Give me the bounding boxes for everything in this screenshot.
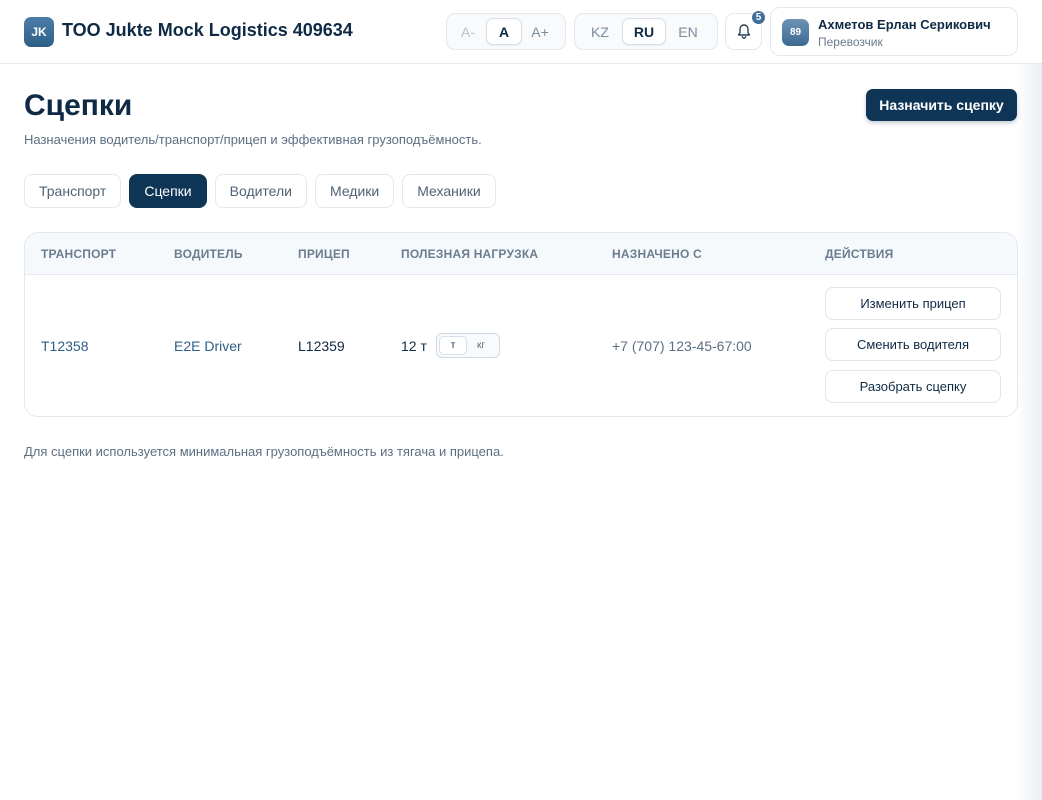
page-subtitle: Назначения водитель/транспорт/прицеп и э…	[24, 132, 482, 147]
user-role: Перевозчик	[818, 35, 883, 49]
column-header-assigned-since: НАЗНАЧЕНО С	[612, 247, 702, 261]
driver-link[interactable]: E2E Driver	[174, 338, 242, 354]
payload-unit-toggle: т кг	[436, 333, 500, 358]
font-size-switcher: A- A A+	[446, 13, 566, 50]
language-switcher: KZ RU EN	[574, 13, 718, 50]
change-driver-button[interactable]: Сменить водителя	[825, 328, 1001, 361]
lang-kz-button[interactable]: KZ	[578, 18, 622, 45]
column-header-payload: ПОЛЕЗНАЯ НАГРУЗКА	[401, 247, 539, 261]
payload-value: 12 т	[401, 338, 427, 354]
trailer-cell: L12359	[298, 338, 345, 354]
unit-tons-button[interactable]: т	[439, 336, 467, 355]
lang-en-button[interactable]: EN	[666, 18, 710, 45]
user-menu[interactable]: 89 Ахметов Ерлан Серикович Перевозчик	[770, 7, 1018, 56]
unit-kg-button[interactable]: кг	[467, 336, 495, 355]
top-bar: JK TOO Jukte Mock Logistics 409634 A- A …	[0, 0, 1042, 64]
bell-icon	[737, 24, 750, 39]
tab-drivers[interactable]: Водители	[214, 174, 307, 208]
company-name: TOO Jukte Mock Logistics 409634	[62, 20, 353, 40]
scroll-shadow	[1016, 64, 1042, 800]
column-header-actions: ДЕЙСТВИЯ	[825, 247, 894, 261]
tab-medics[interactable]: Медики	[315, 174, 395, 208]
column-header-trailer: ПРИЦЕП	[298, 247, 350, 261]
change-trailer-button[interactable]: Изменить прицеп	[825, 287, 1001, 320]
assigned-since-cell: +7 (707) 123-45-67:00	[612, 338, 752, 354]
company-logo: JK	[24, 17, 54, 47]
user-name: Ахметов Ерлан Серикович	[818, 17, 991, 32]
uncouple-button[interactable]: Разобрать сцепку	[825, 370, 1001, 403]
tab-transport[interactable]: Транспорт	[24, 174, 122, 208]
lang-ru-button[interactable]: RU	[622, 18, 666, 45]
footnote: Для сцепки используется минимальная груз…	[24, 444, 504, 459]
font-increase-button[interactable]: A+	[522, 18, 558, 45]
notification-count-badge: 5	[751, 10, 766, 25]
column-header-transport: ТРАНСПОРТ	[41, 247, 117, 261]
tab-couplings[interactable]: Сцепки	[129, 174, 207, 208]
avatar: 89	[782, 19, 809, 46]
table-header: ТРАНСПОРТ ВОДИТЕЛЬ ПРИЦЕП ПОЛЕЗНАЯ НАГРУ…	[25, 233, 1017, 275]
page-title: Сцепки	[24, 89, 133, 122]
column-header-driver: ВОДИТЕЛЬ	[174, 247, 243, 261]
assign-coupling-button[interactable]: Назначить сцепку	[866, 89, 1017, 121]
couplings-table: ТРАНСПОРТ ВОДИТЕЛЬ ПРИЦЕП ПОЛЕЗНАЯ НАГРУ…	[24, 232, 1018, 417]
font-default-button[interactable]: A	[486, 18, 522, 45]
tab-mechanics[interactable]: Механики	[402, 174, 496, 208]
transport-link[interactable]: T12358	[41, 338, 88, 354]
font-decrease-button[interactable]: A-	[450, 18, 486, 45]
section-tabs: Транспорт Сцепки Водители Медики Механик…	[24, 174, 496, 208]
